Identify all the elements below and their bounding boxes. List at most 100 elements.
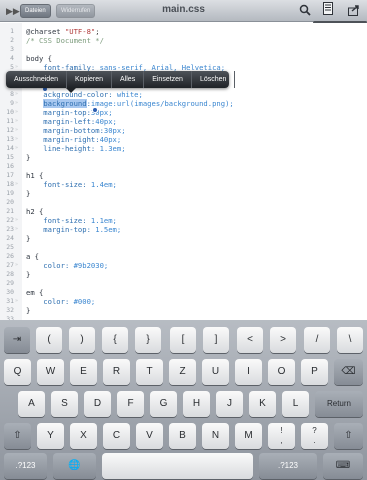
key-close-brace[interactable]: } [135, 327, 161, 353]
code-token: 30px; [103, 126, 126, 135]
shift-key-right[interactable]: ⇧ [334, 423, 363, 449]
code-token: margin-top: [26, 225, 96, 234]
key-b[interactable]: B [169, 423, 196, 449]
space-bar[interactable] [102, 453, 253, 479]
code-token: 1.4em; [90, 180, 117, 189]
key-period-label: . [313, 436, 316, 445]
code-token: h1 { [26, 171, 44, 180]
key-o[interactable]: O [268, 359, 295, 385]
key-slash[interactable]: / [304, 327, 330, 353]
key-r[interactable]: R [103, 359, 130, 385]
shift-key-left[interactable]: ⇧ [4, 423, 31, 449]
line-number: 26 [6, 252, 14, 260]
key-q[interactable]: Q [4, 359, 31, 385]
key-d[interactable]: D [84, 391, 111, 417]
key-y[interactable]: Y [37, 423, 64, 449]
code-text: } [26, 270, 30, 279]
code-text: color: #9b2030; [26, 261, 108, 270]
cut-menu-item[interactable]: Ausschneiden [6, 71, 67, 88]
key-p[interactable]: P [301, 359, 328, 385]
numbers-key-right[interactable]: .?123 [259, 453, 317, 479]
hide-keyboard-icon[interactable]: ⌨ [323, 453, 363, 479]
key-i[interactable]: I [235, 359, 262, 385]
code-text: /* CSS Document */ [26, 36, 104, 45]
code-text: line-height: 1.3em; [26, 144, 126, 153]
code-editor[interactable]: 1 @charset "UTF-8"; 2 /* CSS Document */ 3 4 b… [0, 23, 367, 320]
key-less-than[interactable]: < [237, 327, 263, 353]
select-all-menu-item[interactable]: Alles [112, 71, 145, 88]
on-screen-keyboard: ⇥ ( ) { } [ ] < > / \ Q W E R T Z U I O … [0, 320, 367, 480]
line-number: 32 [6, 306, 14, 314]
copy-menu-item[interactable]: Kopieren [67, 71, 113, 88]
key-l[interactable]: L [282, 391, 309, 417]
line-number: 22 [6, 216, 14, 224]
numbers-key-left[interactable]: .?123 [4, 453, 47, 479]
share-icon[interactable] [348, 3, 361, 21]
code-token: } [26, 270, 31, 279]
key-k[interactable]: K [249, 391, 276, 417]
line-number: 28 [6, 270, 14, 278]
key-z[interactable]: Z [169, 359, 196, 385]
key-c[interactable]: C [103, 423, 130, 449]
code-text: font-size: 1.4em; [26, 180, 117, 189]
line-number: 25 [6, 243, 14, 251]
paste-menu-item[interactable]: Einsetzen [144, 71, 192, 88]
key-open-paren[interactable]: ( [36, 327, 62, 353]
code-token: white; [116, 90, 143, 99]
key-m[interactable]: M [235, 423, 262, 449]
tab-key[interactable]: ⇥ [4, 327, 30, 353]
code-text: } [26, 153, 30, 162]
selection-end-handle[interactable] [92, 107, 98, 113]
code-token: 1.3em; [99, 144, 126, 153]
key-e[interactable]: E [70, 359, 97, 385]
key-backslash[interactable]: \ [337, 327, 363, 353]
key-s[interactable]: S [51, 391, 78, 417]
search-icon[interactable] [299, 3, 311, 21]
code-text: font-size: 1.1em; [26, 216, 117, 225]
backspace-key[interactable]: ⌫ [334, 359, 363, 385]
code-token: @charset [26, 27, 65, 36]
key-u[interactable]: U [202, 359, 229, 385]
key-question-period[interactable]: ?. [301, 423, 328, 449]
key-a[interactable]: A [18, 391, 45, 417]
key-t[interactable]: T [136, 359, 163, 385]
key-greater-than[interactable]: > [270, 327, 296, 353]
indent-marker: » [15, 100, 19, 106]
code-text: } [26, 234, 30, 243]
line-number: 19 [6, 189, 14, 197]
code-text: @charset "UTF-8"; [26, 27, 100, 36]
key-g[interactable]: G [150, 391, 177, 417]
document-icon[interactable] [323, 2, 333, 20]
key-j[interactable]: J [216, 391, 243, 417]
key-h[interactable]: H [183, 391, 210, 417]
delete-menu-item[interactable]: Löschen [192, 71, 236, 88]
code-token: margin-top: [26, 108, 91, 117]
key-f[interactable]: F [117, 391, 144, 417]
key-v[interactable]: V [136, 423, 163, 449]
code-token: image:url(images/background.png); [90, 99, 234, 108]
code-token: color: [26, 297, 74, 306]
key-n[interactable]: N [202, 423, 229, 449]
key-w[interactable]: W [37, 359, 64, 385]
toolbar: ▶▶ Dateien Widerrufen main.css [0, 0, 367, 22]
code-text: margin-top: 1.5em; [26, 225, 121, 234]
line-number: 2 [10, 36, 14, 44]
key-close-bracket[interactable]: ] [203, 327, 229, 353]
code-token: font-size: [26, 180, 91, 189]
code-text: h1 { [26, 171, 43, 180]
line-number: 23 [6, 225, 14, 233]
code-text: a { [26, 252, 39, 261]
return-key[interactable]: Return [315, 391, 363, 417]
key-open-brace[interactable]: { [102, 327, 128, 353]
key-open-bracket[interactable]: [ [170, 327, 196, 353]
globe-icon[interactable]: 🌐 [53, 453, 96, 479]
code-text: } [26, 306, 30, 315]
code-token: /* CSS Document */ [26, 36, 104, 45]
key-close-paren[interactable]: ) [69, 327, 95, 353]
key-x[interactable]: X [70, 423, 97, 449]
line-number: 29 [6, 279, 14, 287]
line-number: 3 [10, 45, 14, 53]
key-exclaim-comma[interactable]: !, [268, 423, 295, 449]
line-number: 8 [10, 90, 14, 98]
